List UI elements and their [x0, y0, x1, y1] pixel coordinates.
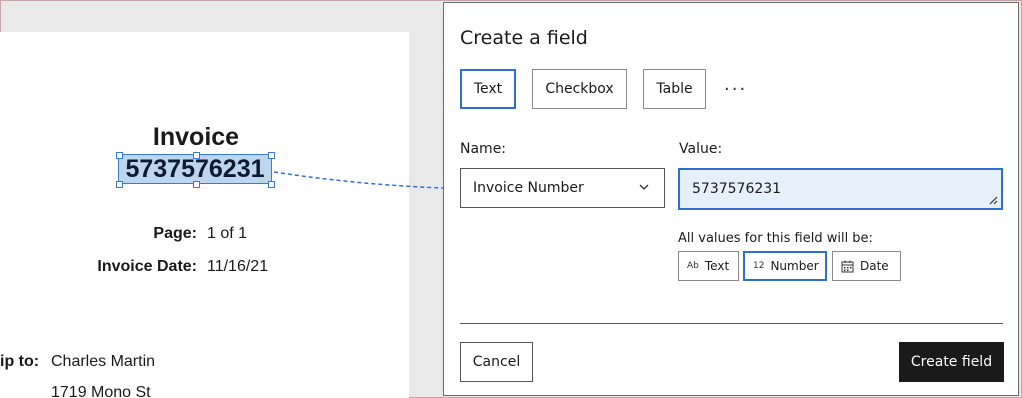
value-label: Value: — [679, 141, 723, 157]
field-type-table-button[interactable]: Table — [643, 69, 706, 109]
selection-handle[interactable] — [193, 181, 200, 188]
ship-to-name: Charles Martin — [51, 353, 156, 370]
value-type-date-label: Date — [860, 259, 889, 273]
value-type-hint: All values for this field will be: — [678, 231, 873, 246]
selection-handle[interactable] — [116, 152, 123, 159]
number-type-icon: 12 — [753, 261, 765, 271]
more-options-icon[interactable]: ··· — [724, 79, 747, 100]
field-type-text-button[interactable]: Text — [460, 69, 516, 109]
selection-handle[interactable] — [268, 152, 275, 159]
invoice-title: Invoice — [152, 123, 240, 151]
name-label: Name: — [460, 141, 507, 157]
value-type-text-button[interactable]: Ab Text — [678, 251, 739, 281]
text-type-icon: Ab — [687, 261, 699, 271]
selection-handle[interactable] — [268, 181, 275, 188]
chevron-down-icon — [639, 184, 649, 190]
cancel-button[interactable]: Cancel — [460, 342, 533, 382]
selection-handle[interactable] — [193, 152, 200, 159]
value-type-number-label: Number — [770, 259, 819, 273]
page-label: Page: — [153, 225, 197, 242]
ship-to-label-text: ip to: — [0, 353, 40, 370]
value-type-date-button[interactable]: Date — [832, 251, 901, 281]
name-select-value: Invoice Number — [473, 180, 584, 196]
panel-title: Create a field — [460, 27, 588, 49]
invoice-date-value: 11/16/21 — [207, 258, 269, 275]
value-type-number-button[interactable]: 12 Number — [743, 251, 827, 281]
name-select[interactable]: Invoice Number — [460, 168, 665, 208]
value-input-text: 5737576231 — [692, 181, 782, 197]
ship-to-address: 1719 Mono St — [51, 384, 151, 398]
invoice-document: Invoice 5737576231 Page: 1 of 1 Invoice … — [0, 32, 409, 398]
field-type-checkbox-button[interactable]: Checkbox — [532, 69, 627, 109]
calendar-icon — [841, 260, 854, 272]
create-field-panel: Create a field Text Checkbox Table ··· N… — [443, 2, 1019, 396]
invoice-date-label: Invoice Date: — [97, 258, 197, 275]
value-type-text-label: Text — [704, 259, 730, 273]
panel-divider — [460, 323, 1003, 324]
page-value: 1 of 1 — [207, 225, 248, 242]
resize-handle-icon[interactable] — [988, 195, 998, 205]
selection-handle[interactable] — [116, 181, 123, 188]
ship-to-label: ip to: — [0, 353, 39, 371]
create-field-button[interactable]: Create field — [899, 342, 1004, 382]
value-input[interactable]: 5737576231 — [678, 168, 1003, 210]
